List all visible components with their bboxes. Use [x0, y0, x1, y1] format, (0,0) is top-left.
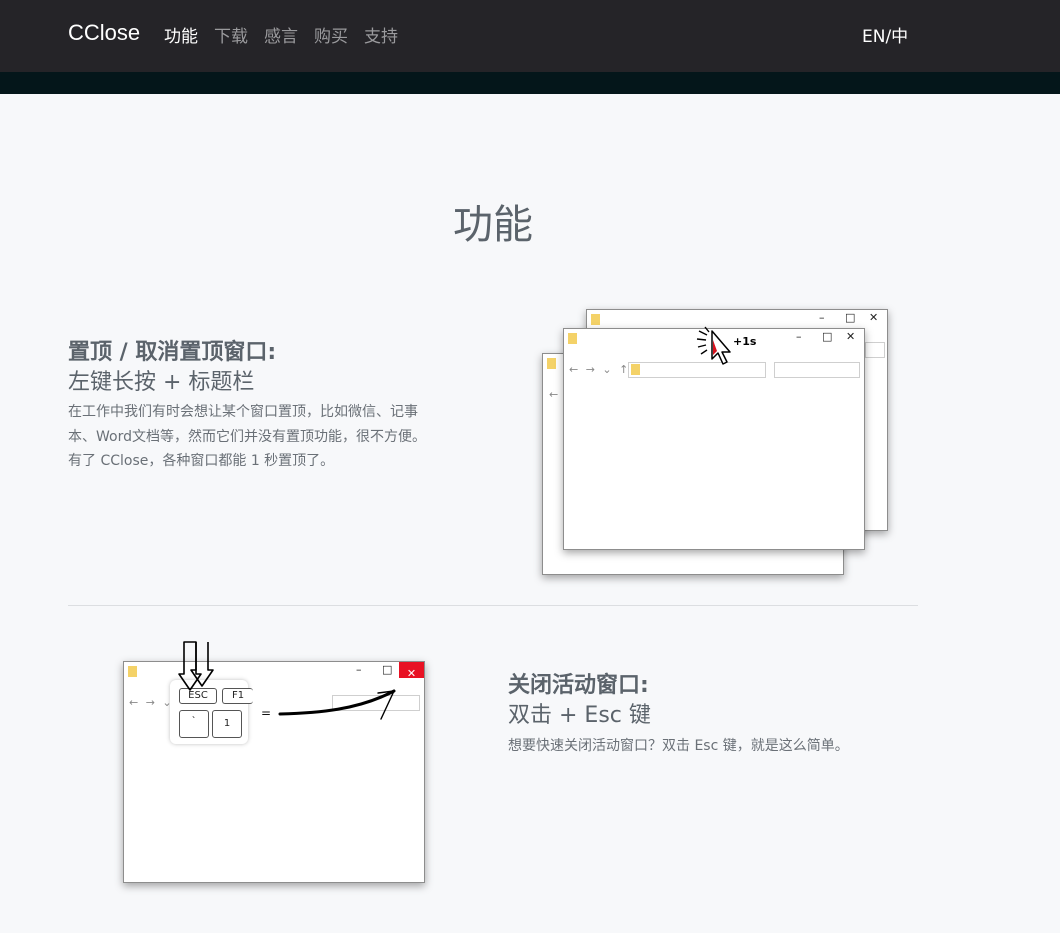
feature-1-subtitle: 左键长按 + 标题栏	[68, 370, 255, 395]
time-badge: +1s	[733, 335, 757, 348]
minimize-icon: –	[796, 330, 802, 343]
nav-arrows-icon: ← → ⌄	[129, 696, 174, 709]
back-arrow-icon: ←	[549, 388, 559, 401]
section-divider	[68, 605, 918, 606]
folder-icon	[591, 314, 600, 325]
maximize-icon: □	[822, 330, 833, 343]
desc-line: 有了 CClose，各种窗口都能 1 秒置顶了。	[68, 453, 335, 469]
equals-sign: =	[261, 706, 272, 720]
minimize-icon: –	[819, 311, 825, 324]
nav-link-features[interactable]: 功能	[164, 22, 198, 47]
folder-icon	[128, 666, 137, 677]
folder-icon	[631, 364, 640, 375]
close-icon: ✕	[846, 330, 856, 343]
nav-link-support[interactable]: 支持	[364, 22, 398, 47]
desc-line: 本、Word文档等，然而它们并没有置顶功能，很不方便。	[68, 428, 426, 445]
close-icon: ✕	[869, 311, 879, 324]
navbar: CClose 功能 下载 感言 购买 支持 EN/中	[0, 0, 1060, 94]
feature-2-title: 关闭活动窗口:	[508, 673, 649, 698]
backtick-key: `	[179, 710, 209, 738]
minimize-icon: –	[356, 663, 362, 676]
folder-icon	[547, 358, 556, 369]
nav-link-download[interactable]: 下载	[214, 22, 248, 47]
section-title: 功能	[453, 202, 533, 248]
f1-key: F1	[222, 688, 253, 704]
search-box	[774, 362, 860, 378]
nav-arrows-icon: ← → ⌄ ↑	[569, 363, 631, 376]
language-toggle[interactable]: EN/中	[862, 22, 908, 47]
desc-line: 想要快速关闭活动窗口？双击 Esc 键，就是这么简单。	[508, 738, 849, 754]
swoosh-arrow-icon	[278, 689, 396, 720]
maximize-icon: □	[382, 663, 393, 676]
feature-1-description: 在工作中我们有时会想让某个窗口置顶，比如微信、记事 本、Word文档等，然而它们…	[68, 400, 426, 474]
feature-2-description: 想要快速关闭活动窗口？双击 Esc 键，就是这么简单。	[508, 734, 849, 759]
nav-link-buy[interactable]: 购买	[314, 22, 348, 47]
feature-2-subtitle: 双击 + Esc 键	[508, 703, 651, 728]
folder-icon	[568, 333, 577, 344]
cursor-icon	[696, 326, 731, 365]
close-button-icon: ✕	[399, 662, 424, 680]
nav-link-testimonials[interactable]: 感言	[264, 22, 298, 47]
search-box	[865, 342, 885, 358]
one-key: 1	[212, 710, 242, 738]
feature-1-title: 置顶 / 取消置顶窗口:	[68, 340, 277, 365]
desc-line: 在工作中我们有时会想让某个窗口置顶，比如微信、记事	[68, 404, 418, 420]
maximize-icon: □	[845, 311, 856, 324]
double-arrow-down-icon	[178, 641, 214, 691]
nav-links: 功能 下载 感言 购买 支持	[164, 22, 398, 47]
brand-logo[interactable]: CClose	[68, 20, 140, 46]
